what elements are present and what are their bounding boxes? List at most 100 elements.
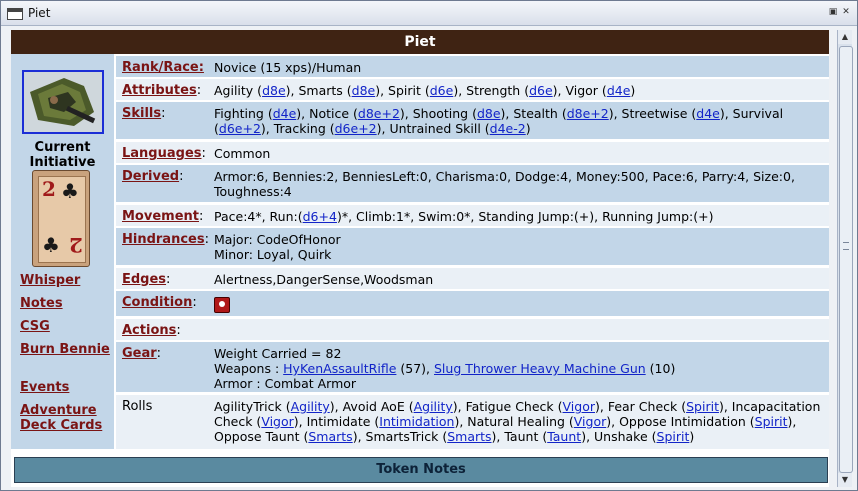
row-label: Hindrances: — [122, 232, 209, 247]
dice-roll-link[interactable]: d6e — [529, 83, 553, 98]
rank-race-link[interactable]: Rank/Race: — [122, 60, 204, 75]
dice-roll-link[interactable]: Vigor — [563, 399, 595, 414]
restore-icon[interactable]: ▣ — [828, 7, 838, 17]
sidebar-link-notes[interactable]: Notes — [20, 296, 112, 311]
dice-roll-link[interactable]: Smarts — [447, 429, 491, 444]
row-label: Derived: — [122, 169, 184, 184]
dice-roll-link[interactable]: Vigor — [574, 414, 606, 429]
token-notes-bar[interactable]: Token Notes — [14, 457, 828, 483]
edges-link[interactable]: Edges — [122, 272, 166, 287]
actions-link[interactable]: Actions — [122, 323, 176, 338]
row-derived: Derived: Armor:6, Bennies:2, BenniesLeft:… — [116, 165, 829, 202]
rolls-link: Rolls — [122, 399, 153, 414]
row-label: Movement: — [122, 209, 204, 224]
row-label: Condition: — [122, 295, 197, 310]
row-label: Skills: — [122, 106, 166, 121]
dice-roll-link[interactable]: Intimidation — [379, 414, 454, 429]
initiative-label: Current Initiative — [29, 140, 96, 170]
clubs-icon: ♣ — [61, 179, 79, 203]
vertical-scrollbar[interactable]: ▲ ▼ — [837, 30, 853, 487]
row-label: Attributes: — [122, 83, 202, 98]
movement-link[interactable]: Movement — [122, 209, 199, 224]
row-value: Weight Carried = 82 Weapons : HyKenAssaul… — [214, 346, 676, 391]
row-value: Major: CodeOfHonor Minor: Loyal, Quirk — [214, 232, 341, 262]
dice-roll-link[interactable]: HyKenAssaultRifle — [283, 361, 396, 376]
card-rank-top: 2 — [42, 177, 56, 201]
row-label: Rank/Race: — [122, 60, 204, 75]
close-icon[interactable]: ✕ — [841, 7, 851, 17]
row-attributes: Attributes: Agility (d8e), Smarts (d8e), … — [116, 79, 829, 100]
dice-roll-link[interactable]: d8e — [352, 83, 376, 98]
row-gear: Gear: Weight Carried = 82 Weapons : HyKenA… — [116, 342, 829, 392]
dice-roll-link[interactable]: Agility — [291, 399, 330, 414]
derived-link[interactable]: Derived — [122, 169, 179, 184]
sidebar-link-events[interactable]: Events — [20, 380, 112, 395]
window-icon — [7, 8, 23, 20]
row-condition: Condition: — [116, 291, 829, 316]
gear-link[interactable]: Gear — [122, 346, 157, 361]
dice-roll-link[interactable]: d6e — [430, 83, 454, 98]
row-rolls: Rolls AgilityTrick (Agility), Avoid AoE (… — [116, 395, 829, 449]
dice-roll-link[interactable]: Agility — [414, 399, 453, 414]
sidebar-link-adventure-deck-cards[interactable]: Adventure Deck Cards — [20, 403, 112, 433]
dice-roll-link[interactable]: d4e — [273, 106, 297, 121]
condition-link[interactable]: Condition — [122, 295, 192, 310]
scroll-down-icon[interactable]: ▼ — [838, 473, 852, 487]
window-title: Piet — [28, 6, 51, 20]
row-edges: Edges: Alertness,DangerSense,Woodsman — [116, 268, 829, 289]
dice-roll-link[interactable]: d8e+2 — [358, 106, 400, 121]
dice-roll-link[interactable]: Spirit — [657, 429, 690, 444]
character-name-header: Piet — [11, 30, 829, 54]
dice-roll-link[interactable]: d8e — [262, 83, 286, 98]
dice-roll-link[interactable]: d6e+2 — [219, 121, 261, 136]
dice-roll-link[interactable]: d8e — [477, 106, 501, 121]
hindrances-link[interactable]: Hindrances — [122, 232, 205, 247]
row-value: Common — [214, 146, 271, 161]
sidebar-link-csg[interactable]: CSG — [20, 319, 112, 334]
dice-roll-link[interactable]: d4e — [696, 106, 720, 121]
row-value — [214, 295, 824, 314]
dice-roll-link[interactable]: Taunt — [547, 429, 581, 444]
row-movement: Movement: Pace:4*, Run:(d6+4)*, Climb:1*,… — [116, 205, 829, 226]
row-rank-race: Rank/Race: Novice (15 xps)/Human — [116, 56, 829, 77]
row-label: Actions: — [122, 323, 181, 338]
row-label: Edges: — [122, 272, 171, 287]
dice-roll-link[interactable]: Slug Thrower Heavy Machine Gun — [434, 361, 646, 376]
stats-table: Rank/Race: Novice (15 xps)/Human Attribute… — [116, 54, 829, 449]
row-skills: Skills: Fighting (d4e), Notice (d8e+2), S… — [116, 102, 829, 139]
row-value: Pace:4*, Run:(d6+4)*, Climb:1*, Swim:0*,… — [214, 209, 714, 224]
dice-roll-link[interactable]: Spirit — [686, 399, 719, 414]
row-value: Fighting (d4e), Notice (d8e+2), Shooting… — [214, 106, 784, 136]
row-languages: Languages: Common — [116, 142, 829, 163]
dice-roll-link[interactable]: d4e-2 — [490, 121, 526, 136]
row-value: Armor:6, Bennies:2, BenniesLeft:0, Chari… — [214, 169, 795, 199]
scroll-thumb[interactable] — [839, 46, 853, 473]
languages-link[interactable]: Languages — [122, 146, 202, 161]
skull-condition-icon[interactable] — [214, 297, 230, 313]
row-value: Novice (15 xps)/Human — [214, 60, 362, 75]
attributes-link[interactable]: Attributes — [122, 83, 197, 98]
skills-link[interactable]: Skills — [122, 106, 161, 121]
scroll-up-icon[interactable]: ▲ — [838, 30, 852, 44]
token-portrait[interactable] — [22, 70, 104, 134]
dice-roll-link[interactable]: Vigor — [261, 414, 293, 429]
dice-roll-link[interactable]: Smarts — [308, 429, 352, 444]
row-hindrances: Hindrances: Major: CodeOfHonor Minor: Loya… — [116, 228, 829, 265]
dice-roll-link[interactable]: d6+4 — [303, 209, 337, 224]
title-bar[interactable]: Piet ▣ ✕ — [1, 1, 857, 26]
dice-roll-link[interactable]: d8e+2 — [567, 106, 609, 121]
card-rank-bottom: 2 — [69, 233, 83, 257]
sidebar-link-burn-bennie[interactable]: Burn Bennie — [20, 342, 112, 357]
row-value: Agility (d8e), Smarts (d8e), Spirit (d6e… — [214, 83, 636, 98]
row-value: Alertness,DangerSense,Woodsman — [214, 272, 434, 287]
sidebar-link-whisper[interactable]: Whisper — [20, 273, 112, 288]
row-actions: Actions: — [116, 319, 829, 340]
row-label: Rolls — [122, 399, 152, 414]
dialog-window: Piet ▣ ✕ Piet Current Initiative 2 ♣ ♣ 2… — [0, 0, 858, 491]
dice-roll-link[interactable]: Spirit — [755, 414, 788, 429]
clubs-icon: ♣ — [42, 233, 60, 257]
dice-roll-link[interactable]: d6e+2 — [335, 121, 377, 136]
row-value: AgilityTrick (Agility), Avoid AoE (Agili… — [214, 399, 821, 444]
row-label: Gear: — [122, 346, 162, 361]
dice-roll-link[interactable]: d4e — [607, 83, 631, 98]
